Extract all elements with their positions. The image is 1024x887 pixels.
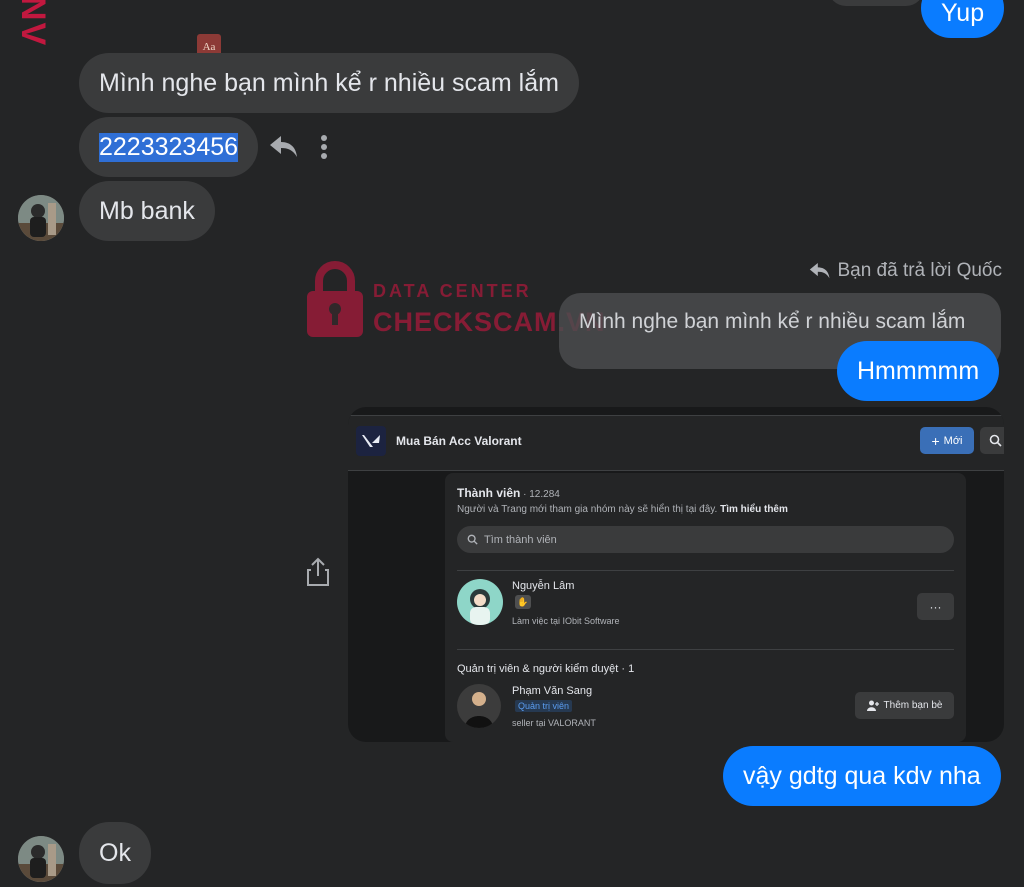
members-title: Thành viên — [457, 486, 521, 500]
avatar[interactable] — [18, 195, 64, 241]
more-options-icon[interactable] — [314, 132, 334, 162]
search-button[interactable] — [980, 427, 1004, 454]
plus-icon: + — [931, 432, 940, 449]
admin-avatar[interactable] — [457, 684, 501, 728]
add-person-icon — [866, 700, 879, 711]
wave-icon: ✋ — [515, 595, 531, 609]
more-icon: ··· — [929, 599, 942, 614]
message-number[interactable]: 2223323456 — [79, 117, 259, 177]
message-text: Ok — [99, 838, 131, 867]
message-ok[interactable]: Ok — [79, 822, 151, 884]
members-count: · 12.284 — [520, 489, 560, 500]
admins-title: Quản trị viên & người kiểm duyệt · 1 — [457, 663, 635, 675]
member-search-input[interactable]: Tìm thành viên — [457, 526, 954, 553]
members-heading: Thành viên · 12.284 — [457, 486, 560, 500]
group-name: Mua Bán Acc Valorant — [396, 434, 522, 448]
search-icon — [989, 434, 1002, 447]
watermark-line1: DATA CENTER — [373, 281, 532, 301]
learn-more-link[interactable]: Tìm hiểu thêm — [720, 504, 788, 515]
search-placeholder: Tìm thành viên — [484, 533, 557, 546]
message-gdtg[interactable]: vậy gdtg qua kdv nha — [723, 746, 1001, 806]
new-button-label: Mới — [943, 434, 963, 447]
divider — [457, 570, 954, 571]
member-name[interactable]: Nguyễn Lâm — [512, 580, 574, 592]
lock-icon — [307, 261, 363, 337]
group-header: Mua Bán Acc Valorant + Mới — [348, 415, 1004, 471]
reply-indicator-icon — [810, 263, 830, 279]
message-text: Hmmmmm — [857, 356, 980, 385]
valorant-logo-icon — [356, 426, 386, 456]
message-yup[interactable]: Yup — [921, 0, 1005, 38]
reply-quote-text: Mình nghe bạn mình kể r nhiều scam lắm — [579, 310, 966, 333]
share-icon[interactable] — [303, 556, 333, 588]
message-text: Yup — [941, 0, 985, 27]
message-text: vậy gdtg qua kdv nha — [743, 761, 981, 790]
admin-badge: Quản trị viên — [515, 700, 573, 712]
divider — [457, 649, 954, 650]
admin-name[interactable]: Phạm Văn Sang — [512, 685, 592, 697]
members-desc-text: Người và Trang mới tham gia nhóm này sẽ … — [457, 504, 718, 515]
message-mbbank[interactable]: Mb bank — [79, 181, 215, 241]
members-card: Thành viên · 12.284 Người và Trang mới t… — [445, 473, 966, 742]
avatar[interactable] — [18, 836, 64, 882]
partial-incoming-bubble — [828, 0, 924, 6]
message-scam[interactable]: Mình nghe bạn mình kể r nhiều scam lắm — [79, 53, 579, 113]
message-hmm[interactable]: Hmmmmm — [837, 341, 1000, 401]
reply-header: Bạn đã trả lời Quốc — [809, 260, 1002, 282]
add-friend-button[interactable]: Thêm bạn bè — [855, 692, 954, 719]
add-friend-label: Thêm bạn bè — [883, 700, 943, 711]
member-work: Làm việc tại IObit Software — [512, 616, 620, 626]
message-text: Mình nghe bạn mình kể r nhiều scam lắm — [99, 68, 559, 97]
member-avatar[interactable] — [457, 579, 503, 625]
member-more-button[interactable]: ··· — [917, 593, 954, 620]
message-text-selected: 2223323456 — [99, 132, 239, 162]
admin-work: seller tại VALORANT — [512, 718, 596, 728]
message-text: Mb bank — [99, 196, 195, 225]
shared-screenshot[interactable]: Mua Bán Acc Valorant + Mới Thành viên · … — [348, 407, 1004, 742]
corner-logo: NV — [14, 0, 52, 48]
new-post-button[interactable]: + Mới — [920, 427, 974, 454]
reply-header-text: Bạn đã trả lời Quốc — [837, 260, 1002, 281]
members-description: Người và Trang mới tham gia nhóm này sẽ … — [457, 504, 788, 515]
reply-icon[interactable] — [268, 133, 300, 161]
search-icon — [467, 534, 478, 545]
